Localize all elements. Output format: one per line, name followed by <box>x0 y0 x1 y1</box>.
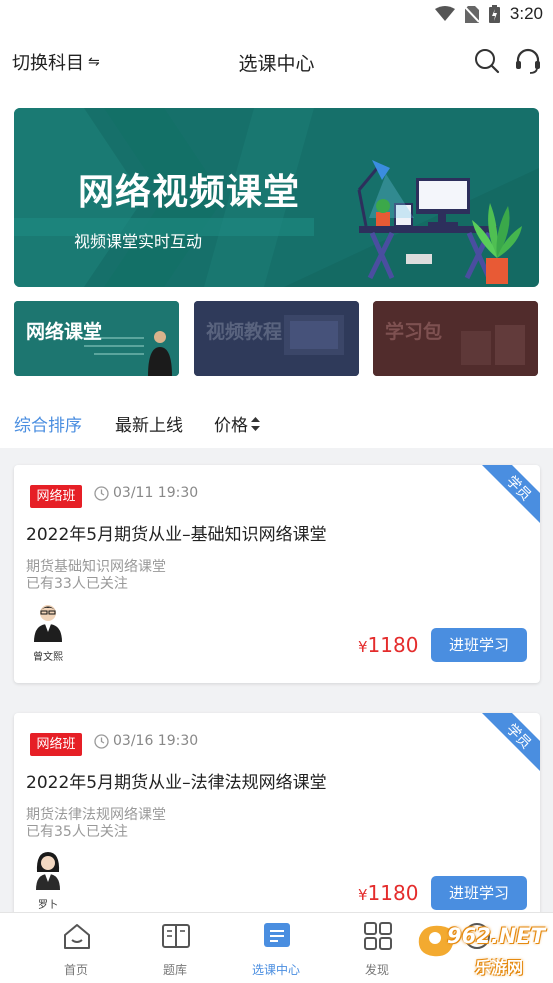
class-type-badge: 网络班 <box>30 485 82 508</box>
banner-title: 网络视频课堂 <box>78 172 301 213</box>
site-watermark: 962.NET 乐游网 <box>413 918 549 978</box>
sort-price-label: 价格 <box>214 416 248 436</box>
course-followers: 已有35人已关注 <box>26 824 128 840</box>
nav-question-bank[interactable]: 题库 <box>125 913 225 983</box>
grid-icon <box>364 922 392 950</box>
category-network-class[interactable]: 网络课堂 <box>14 301 179 376</box>
currency-symbol: ¥ <box>358 638 368 656</box>
category-label: 网络课堂 <box>26 321 103 343</box>
sort-arrows-icon <box>251 416 260 431</box>
nav-course-center[interactable]: 选课中心 <box>226 913 326 983</box>
nav-label: 题库 <box>162 963 187 977</box>
no-sim-icon <box>464 5 479 23</box>
course-time: 03/11 19:30 <box>94 485 198 501</box>
course-list-icon <box>264 923 290 947</box>
sort-bar: 综合排序 最新上线 价格 <box>0 392 553 448</box>
clock-icon <box>94 733 109 749</box>
switch-subject-button[interactable]: 切换科目 ⇋ <box>12 49 100 75</box>
teacher-name: 罗卜 <box>38 900 58 911</box>
course-price: ¥1180 <box>358 633 418 657</box>
course-title: 2022年5月期货从业–基础知识网络课堂 <box>26 525 327 545</box>
nav-label: 首页 <box>63 963 88 977</box>
home-icon <box>64 924 90 949</box>
category-study-pack[interactable]: 学习包 <box>373 301 538 376</box>
price-value: 1180 <box>367 633 419 657</box>
course-price: ¥1180 <box>358 881 418 905</box>
promo-banner[interactable]: 网络视频课堂 视频课堂实时互动 <box>14 108 539 287</box>
class-type-badge: 网络班 <box>30 733 82 756</box>
enroll-button[interactable]: 进班学习 <box>431 628 527 662</box>
book-icon <box>162 924 190 948</box>
top-bar: 切换科目 ⇋ 选课中心 <box>0 30 553 92</box>
switch-arrows-icon: ⇋ <box>88 54 100 70</box>
course-card[interactable]: 网络班 03/16 19:30 2022年5月期货从业–法律法规网络课堂 期货法… <box>14 713 540 931</box>
status-time: 3:20 <box>509 4 543 23</box>
course-time: 03/16 19:30 <box>94 733 198 749</box>
clock-icon <box>94 485 109 501</box>
course-card[interactable]: 网络班 03/11 19:30 2022年5月期货从业–基础知识网络课堂 期货基… <box>14 465 540 683</box>
category-video-tutorial[interactable]: 视频教程 <box>194 301 359 376</box>
student-corner-tag: 学员 <box>482 465 540 523</box>
teacher-name: 曾文熙 <box>33 652 63 663</box>
teacher-avatar <box>34 605 62 642</box>
course-followers: 已有33人已关注 <box>26 576 128 592</box>
sort-newest[interactable]: 最新上线 <box>115 411 183 436</box>
enroll-button[interactable]: 进班学习 <box>431 876 527 910</box>
wifi-icon <box>434 6 455 21</box>
category-label: 学习包 <box>385 321 443 343</box>
banner-section: 网络视频课堂 视频课堂实时互动 网络课堂 视频教程 学习包 综合排序 最新上线 … <box>0 92 553 448</box>
price-value: 1180 <box>367 881 419 905</box>
headset-icon[interactable] <box>514 47 542 75</box>
switch-subject-label: 切换科目 <box>12 53 84 74</box>
course-time-text: 03/16 19:30 <box>113 733 199 749</box>
course-time-text: 03/11 19:30 <box>113 485 199 501</box>
category-label: 视频教程 <box>206 321 283 343</box>
banner-subtitle: 视频课堂实时互动 <box>74 232 203 251</box>
nav-label: 选课中心 <box>251 963 300 977</box>
nav-discover[interactable]: 发现 <box>327 913 427 983</box>
watermark-subtext: 乐游网 <box>475 958 524 977</box>
student-corner-tag: 学员 <box>482 713 540 771</box>
teacher-avatar <box>36 852 60 890</box>
course-title: 2022年5月期货从业–法律法规网络课堂 <box>26 773 327 793</box>
battery-charging-icon <box>488 5 500 23</box>
status-icons: 3:20 <box>434 4 543 24</box>
currency-symbol: ¥ <box>358 886 368 904</box>
search-icon[interactable] <box>473 47 501 75</box>
sort-price[interactable]: 价格 <box>214 411 260 436</box>
sort-comprehensive[interactable]: 综合排序 <box>14 411 82 436</box>
nav-home[interactable]: 首页 <box>26 913 126 983</box>
nav-label: 发现 <box>364 963 389 977</box>
status-bar: 3:20 <box>0 0 553 30</box>
watermark-text: 962.NET <box>447 924 546 948</box>
